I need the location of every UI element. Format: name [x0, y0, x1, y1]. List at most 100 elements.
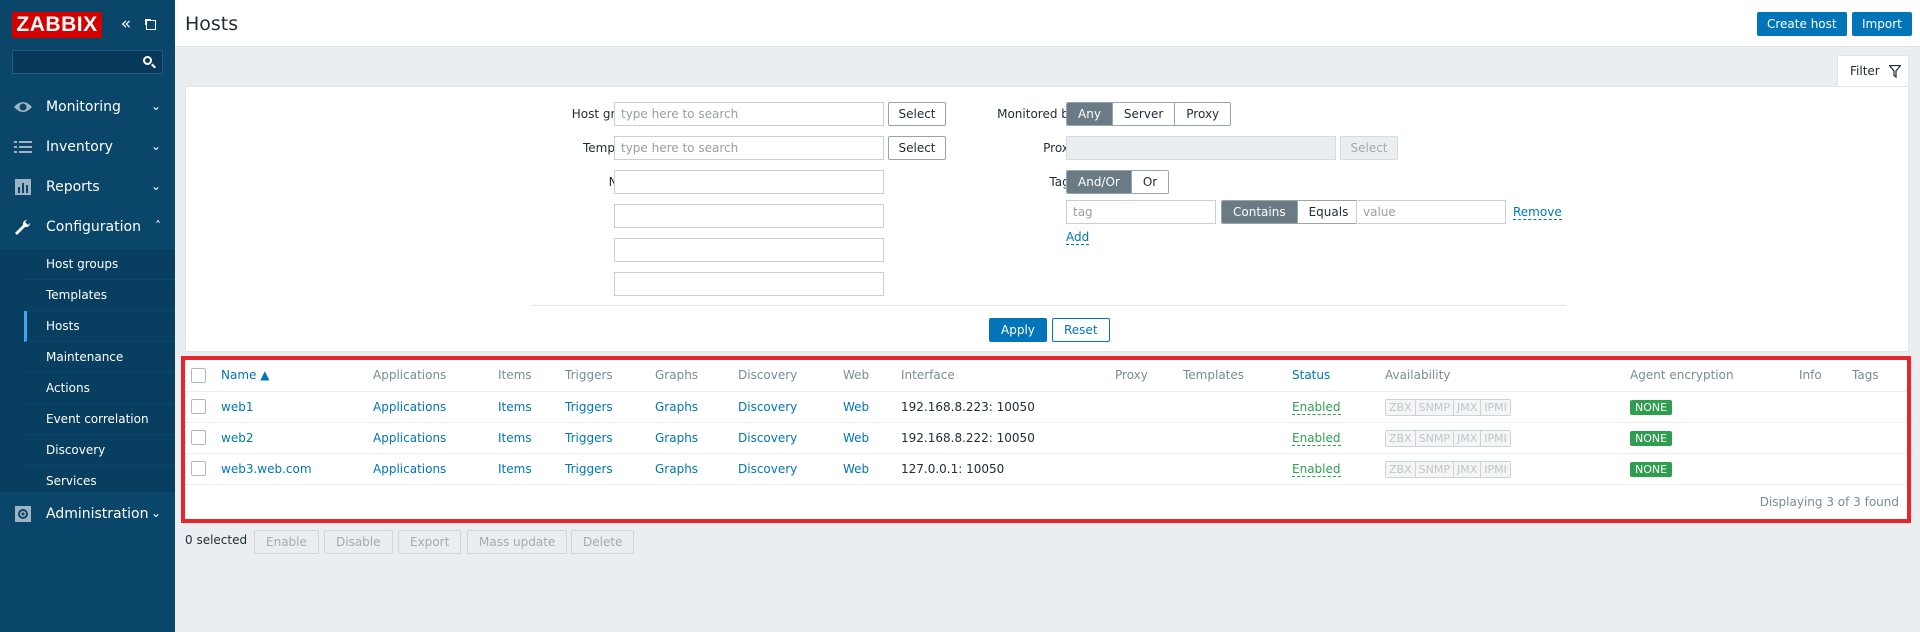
submenu-maintenance[interactable]: Maintenance	[24, 342, 175, 373]
items-link[interactable]: Items	[498, 462, 532, 476]
sidebar-search	[12, 50, 163, 74]
reset-button[interactable]: Reset	[1052, 318, 1110, 342]
col-tags: Tags	[1852, 368, 1879, 382]
col-name[interactable]: Name ▲	[221, 368, 269, 382]
templates-input[interactable]	[614, 136, 884, 160]
triggers-link[interactable]: Triggers	[565, 400, 613, 414]
monitored-by-any[interactable]: Any	[1067, 103, 1113, 125]
col-status[interactable]: Status	[1292, 368, 1330, 382]
table-row: web2 Applications Items Triggers Graphs …	[185, 422, 1907, 453]
status-toggle[interactable]: Enabled	[1292, 462, 1341, 477]
select-all-checkbox[interactable]	[191, 368, 206, 383]
web-link[interactable]: Web	[843, 400, 869, 414]
submenu-discovery[interactable]: Discovery	[24, 435, 175, 466]
ipmi-indicator: IPMI	[1481, 400, 1510, 415]
page-title: Hosts	[185, 13, 239, 35]
availability-indicators: ZBX SNMP JMX IPMI	[1385, 461, 1511, 478]
tag-remove-link[interactable]: Remove	[1513, 205, 1562, 220]
status-toggle[interactable]: Enabled	[1292, 400, 1341, 415]
menu-monitoring-label: Monitoring	[46, 99, 121, 115]
submenu-services[interactable]: Services	[24, 466, 175, 497]
row-checkbox[interactable]	[191, 430, 206, 445]
host-groups-input[interactable]	[614, 102, 884, 126]
items-link[interactable]: Items	[498, 400, 532, 414]
host-name-link[interactable]: web1	[221, 400, 253, 414]
graphs-link[interactable]: Graphs	[655, 462, 698, 476]
menu-administration[interactable]: Administration ⌄	[0, 494, 175, 534]
name-input[interactable]	[614, 170, 884, 194]
page-header: Hosts Create host Import	[175, 0, 1920, 47]
dns-input[interactable]	[614, 204, 884, 228]
discovery-link[interactable]: Discovery	[738, 400, 797, 414]
submenu-templates[interactable]: Templates	[24, 280, 175, 311]
snmp-indicator: SNMP	[1415, 462, 1454, 477]
web-link[interactable]: Web	[843, 462, 869, 476]
submenu-host-groups[interactable]: Host groups	[24, 249, 175, 280]
configuration-submenu: Host groups Templates Hosts Maintenance …	[0, 249, 175, 497]
discovery-link[interactable]: Discovery	[738, 462, 797, 476]
chevron-down-icon: ⌄	[150, 99, 161, 113]
col-agent-encryption: Agent encryption	[1630, 368, 1734, 382]
menu-configuration[interactable]: Configuration ˄	[0, 207, 175, 247]
triggers-link[interactable]: Triggers	[565, 431, 613, 445]
host-name-link[interactable]: web3.web.com	[221, 462, 312, 476]
col-graphs: Graphs	[655, 368, 699, 382]
submenu-hosts[interactable]: Hosts	[24, 311, 175, 342]
web-link[interactable]: Web	[843, 431, 869, 445]
graphs-link[interactable]: Graphs	[655, 431, 698, 445]
snmp-indicator: SNMP	[1415, 431, 1454, 446]
tag-operator-equals[interactable]: Equals	[1297, 201, 1360, 223]
sidebar-search-input[interactable]	[13, 51, 138, 73]
tag-operator-contains[interactable]: Contains	[1222, 201, 1298, 223]
col-proxy: Proxy	[1115, 368, 1148, 382]
tag-value-input[interactable]	[1356, 200, 1506, 224]
host-groups-select-button[interactable]: Select	[888, 102, 946, 126]
graphs-link[interactable]: Graphs	[655, 400, 698, 414]
col-triggers: Triggers	[565, 368, 613, 382]
menu-inventory[interactable]: Inventory ⌄	[0, 127, 175, 167]
monitored-by-proxy[interactable]: Proxy	[1175, 103, 1231, 125]
menu-reports[interactable]: Reports ⌄	[0, 167, 175, 207]
applications-link[interactable]: Applications	[373, 400, 446, 414]
applications-link[interactable]: Applications	[373, 431, 446, 445]
encryption-badge: NONE	[1630, 431, 1673, 446]
templates-select-button[interactable]: Select	[888, 136, 946, 160]
host-name-link[interactable]: web2	[221, 431, 253, 445]
ip-input[interactable]	[614, 238, 884, 262]
tag-add-link[interactable]: Add	[1066, 230, 1090, 245]
tags-and-or[interactable]: And/Or	[1067, 171, 1132, 193]
filter-tab-label: Filter	[1850, 64, 1880, 78]
kiosk-mode-icon[interactable]	[142, 16, 160, 34]
monitored-by-server[interactable]: Server	[1112, 103, 1176, 125]
chevron-up-icon: ˄	[155, 219, 161, 233]
search-icon[interactable]	[142, 55, 156, 69]
menu-reports-label: Reports	[46, 179, 100, 195]
port-input[interactable]	[614, 272, 884, 296]
double-chevron-left-icon[interactable]: «	[116, 14, 136, 36]
col-web: Web	[843, 368, 870, 382]
availability-indicators: ZBX SNMP JMX IPMI	[1385, 430, 1511, 447]
tags-or[interactable]: Or	[1131, 171, 1169, 193]
menu-monitoring[interactable]: Monitoring ⌄	[0, 87, 175, 127]
col-applications: Applications	[373, 368, 447, 382]
import-button[interactable]: Import	[1852, 12, 1912, 36]
submenu-actions[interactable]: Actions	[24, 373, 175, 404]
row-checkbox[interactable]	[191, 461, 206, 476]
gear-icon	[15, 506, 31, 522]
applications-link[interactable]: Applications	[373, 462, 446, 476]
discovery-link[interactable]: Discovery	[738, 431, 797, 445]
apply-button[interactable]: Apply	[989, 318, 1047, 342]
availability-indicators: ZBX SNMP JMX IPMI	[1385, 399, 1511, 416]
items-link[interactable]: Items	[498, 431, 532, 445]
zbx-indicator: ZBX	[1386, 431, 1416, 446]
row-checkbox[interactable]	[191, 399, 206, 414]
submenu-event-correlation[interactable]: Event correlation	[24, 404, 175, 435]
status-toggle[interactable]: Enabled	[1292, 431, 1341, 446]
zabbix-logo[interactable]: ZABBIX	[12, 12, 102, 38]
ipmi-indicator: IPMI	[1481, 431, 1510, 446]
create-host-button[interactable]: Create host	[1757, 12, 1847, 36]
filter-tab[interactable]: Filter	[1837, 55, 1909, 87]
tag-name-input[interactable]	[1066, 200, 1216, 224]
zbx-indicator: ZBX	[1386, 462, 1416, 477]
triggers-link[interactable]: Triggers	[565, 462, 613, 476]
